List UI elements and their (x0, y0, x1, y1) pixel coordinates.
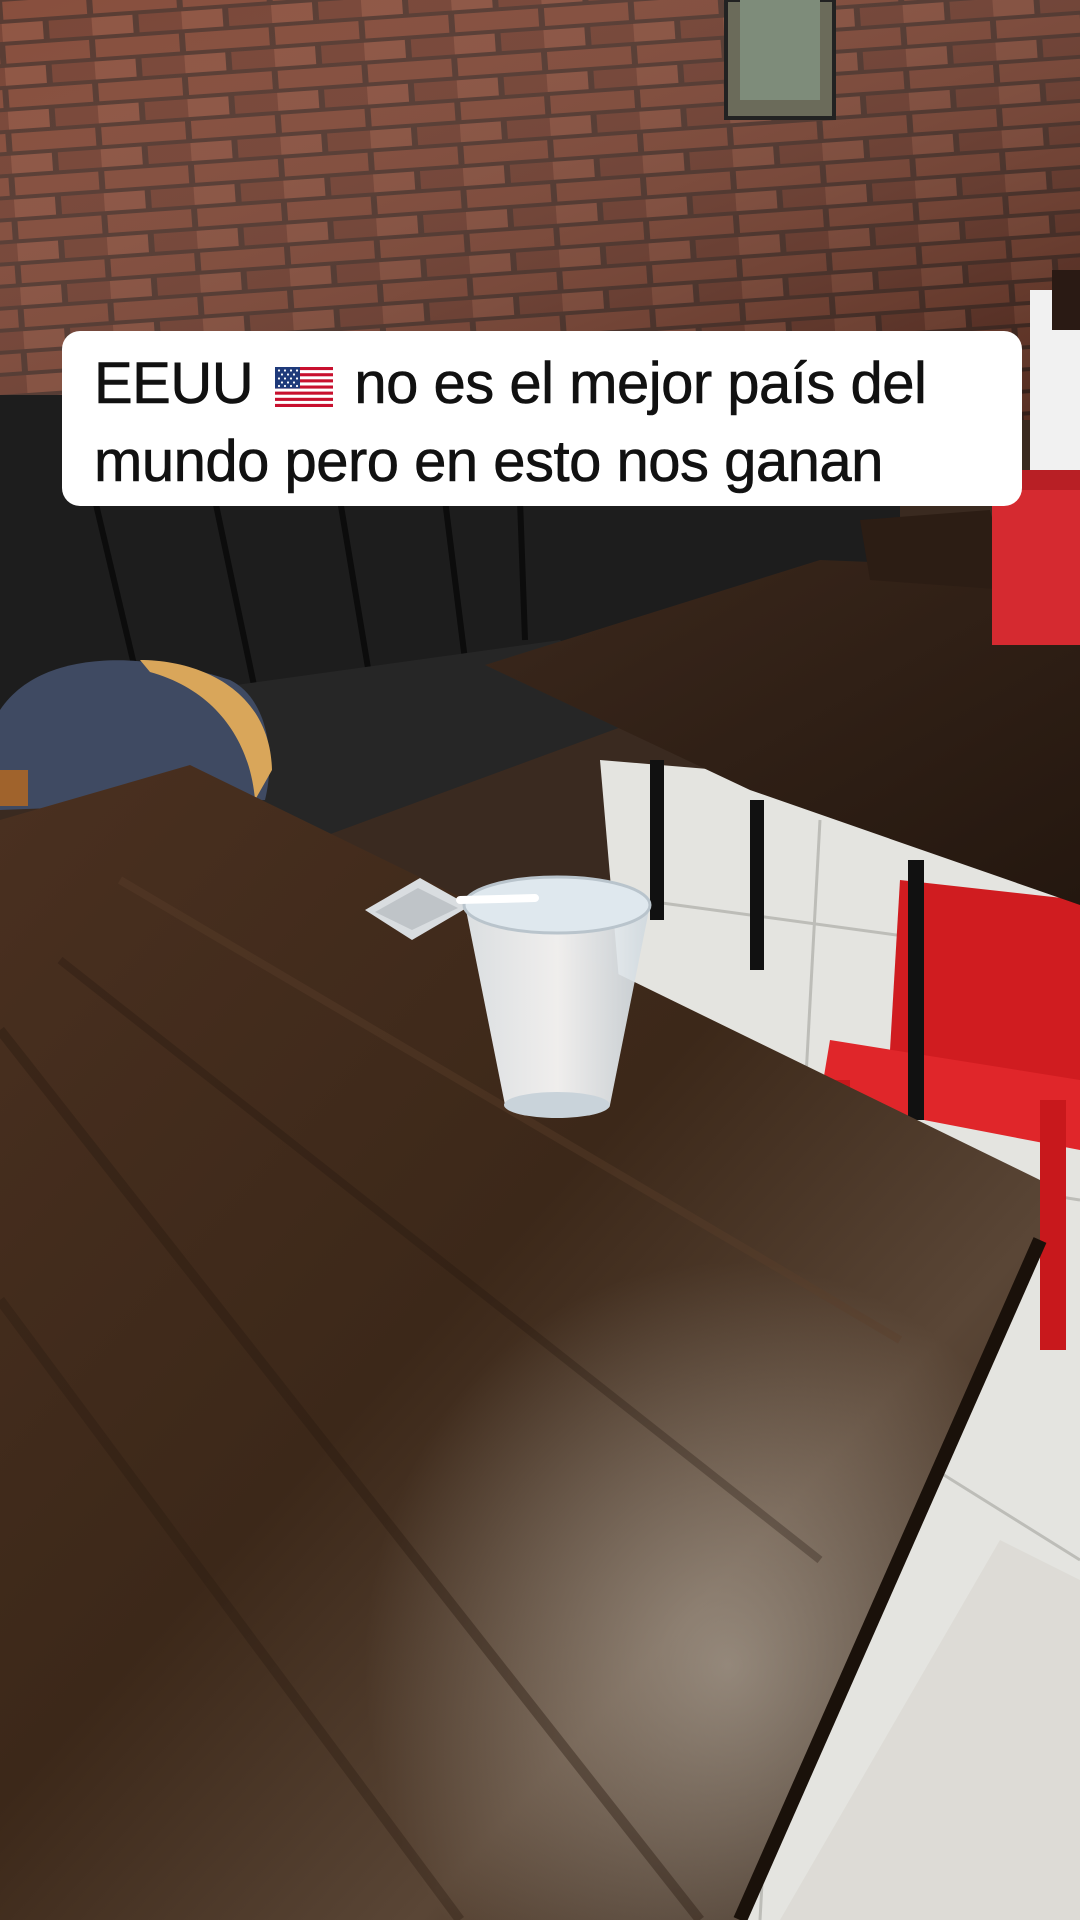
restaurant-photo (0, 0, 1080, 1920)
us-flag-icon (274, 367, 333, 407)
caption-line-1: EEUU no es el mejor país del (94, 345, 994, 423)
caption-text-part-1: EEUU (94, 351, 269, 417)
caption-line-2: mundo pero en esto nos ganan (94, 429, 884, 495)
picture-frame (724, 0, 836, 120)
caption-text-part-2: no es el mejor país del (338, 351, 927, 417)
caption-box: EEUU no es el mejor país del mundo pero … (62, 331, 1022, 506)
person-partial (1030, 270, 1080, 490)
